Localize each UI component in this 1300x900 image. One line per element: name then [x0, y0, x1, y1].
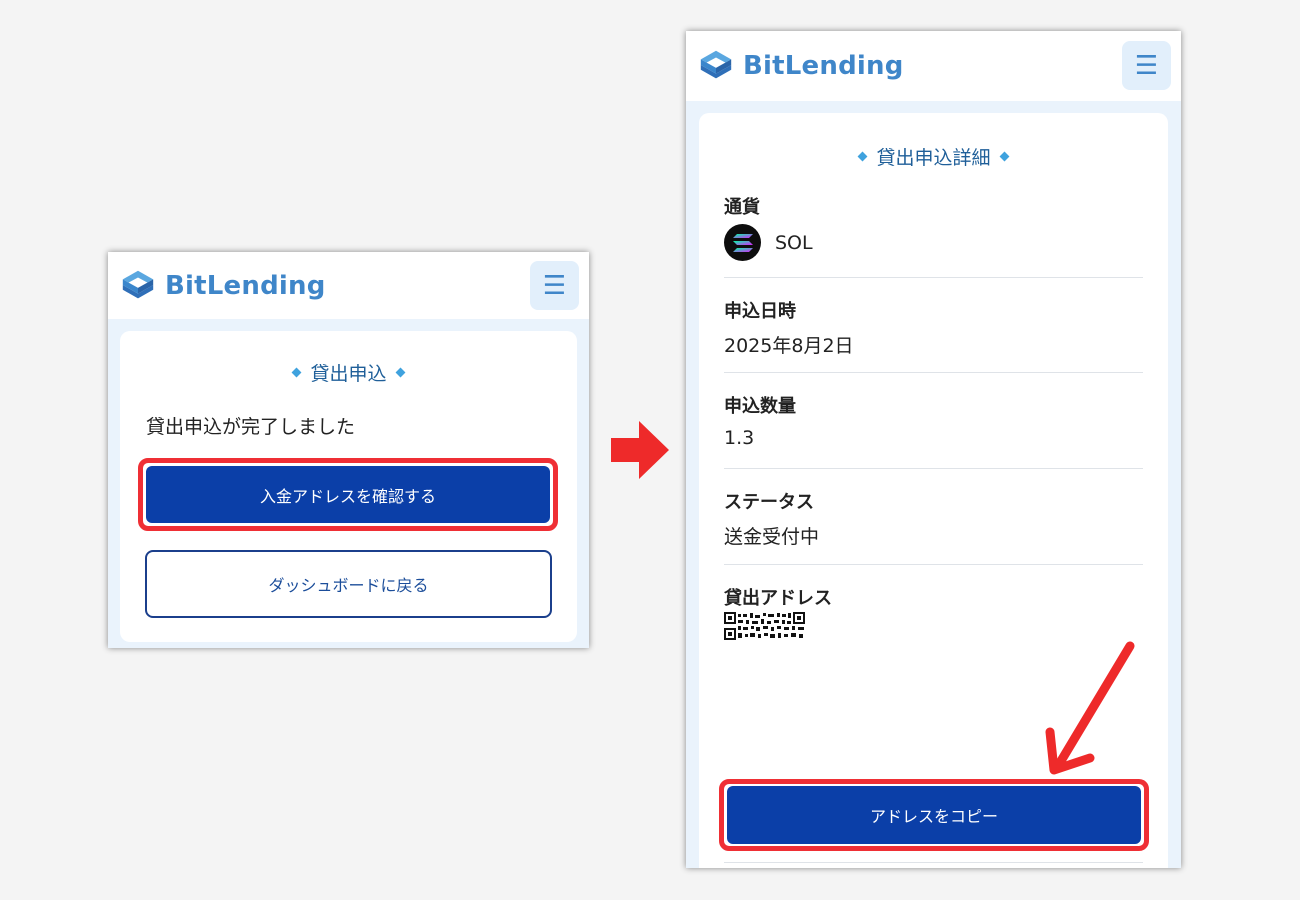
bitlending-logo-icon [700, 50, 732, 79]
arrow-right-icon [611, 421, 669, 479]
amount-value: 1.3 [724, 427, 755, 449]
section-title: 貸出申込詳細 [699, 143, 1168, 170]
completion-message: 貸出申込が完了しました [146, 416, 356, 438]
hamburger-menu-icon[interactable]: ☰ [1122, 41, 1171, 90]
diamond-icon [292, 367, 302, 378]
section-title: 貸出申込 [120, 359, 577, 386]
brand-name: BitLending [743, 51, 904, 81]
application-card: 貸出申込 貸出申込が完了しました 入金アドレスを確認する ダッシュボードに戻る [120, 331, 577, 642]
brand-logo[interactable]: BitLending [697, 47, 904, 85]
divider [724, 862, 1143, 863]
divider [724, 277, 1143, 278]
brand-logo[interactable]: BitLending [119, 267, 326, 305]
divider [724, 564, 1143, 565]
currency-label: 通貨 [724, 197, 760, 218]
brand-name: BitLending [165, 270, 326, 301]
divider [724, 468, 1143, 469]
hamburger-menu-icon[interactable]: ☰ [530, 261, 579, 310]
app-header: BitLending ☰ [686, 31, 1181, 101]
address-label: 貸出アドレス [724, 588, 832, 609]
confirm-deposit-address-button[interactable]: 入金アドレスを確認する [146, 466, 550, 523]
divider [724, 372, 1143, 373]
date-label: 申込日時 [724, 301, 796, 322]
completion-screen: BitLending ☰ 貸出申込 貸出申込が完了しました 入金アドレスを確認す… [108, 252, 589, 648]
status-value: 送金受付中 [724, 526, 820, 548]
diamond-icon [999, 151, 1009, 162]
currency-value: SOL [724, 224, 813, 261]
status-label: ステータス [724, 492, 814, 513]
address-qr-code-icon [724, 612, 806, 640]
section-title-text: 貸出申込 [310, 363, 387, 385]
arrow-pointer-icon [1045, 641, 1135, 775]
back-to-dashboard-button[interactable]: ダッシュボードに戻る [145, 550, 552, 618]
date-value: 2025年8月2日 [724, 335, 854, 357]
solana-icon [724, 224, 761, 261]
diamond-icon [858, 151, 868, 162]
diamond-icon [395, 367, 405, 378]
app-header: BitLending ☰ [108, 252, 589, 319]
bitlending-logo-icon [122, 270, 154, 298]
amount-label: 申込数量 [724, 396, 796, 417]
copy-address-button[interactable]: アドレスをコピー [727, 786, 1141, 844]
currency-name: SOL [775, 231, 813, 254]
section-title-text: 貸出申込詳細 [876, 147, 991, 169]
